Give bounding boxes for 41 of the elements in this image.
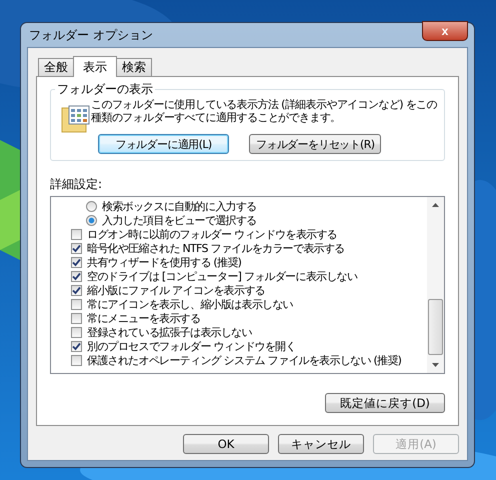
option-label: ログオン時に以前のフォルダー ウィンドウを表示する [87,226,337,242]
radio-button[interactable] [86,200,97,212]
dialog-button[interactable]: キャンセル [278,434,364,454]
folder-button[interactable]: フォルダーに適用(L) [98,134,229,154]
option-label: 別のプロセスでフォルダー ウィンドウを開く [87,338,296,354]
scroll-down-icon[interactable] [432,363,439,367]
option-label: 常にメニューを表示する [87,310,200,326]
folder-icon [61,104,91,134]
checkbox[interactable] [71,312,82,324]
tab[interactable]: 表示 [73,56,117,77]
option-label: 共有ウィザードを使用する (推奨) [87,254,242,270]
option-label: 入力した項目をビューで選択する [102,212,257,228]
checkbox[interactable] [71,340,82,352]
section-label: 詳細設定: [50,176,104,193]
option-label: 暗号化や圧縮された NTFS ファイルをカラーで表示する [87,240,344,256]
tab[interactable]: 検索 [116,58,152,76]
option-label: 登録されている拡張子は表示しない [87,324,252,340]
description-text: このフォルダーに使用している表示方法 (詳細表示やアイコンなど) をこの種類のフォルダーすべてに適用することができます。 [91,98,438,124]
scrollbar[interactable] [427,197,444,373]
checkbox[interactable] [71,326,82,338]
option-label: 検索ボックスに自動的に入力する [102,198,257,214]
option-label: 保護されたオペレーティング システム ファイルを表示しない (推奨) [87,352,402,368]
group-title: フォルダーの表示 [56,81,154,98]
checkbox[interactable] [71,284,82,296]
restore-defaults-button[interactable]: 既定値に戻す(D) [325,393,445,413]
checkbox[interactable] [71,256,82,268]
checkbox[interactable] [71,228,82,240]
tab[interactable]: 全般 [38,58,74,76]
option-label: 空のドライブは [コンピューター] フォルダーに表示しない [87,268,358,284]
folder-button[interactable]: フォルダーをリセット(R) [249,134,382,154]
option-label: 常にアイコンを表示し、縮小版は表示しない [87,296,294,312]
checkbox[interactable] [71,298,82,310]
checkbox[interactable] [71,270,82,282]
checkbox[interactable] [71,354,82,366]
scroll-thumb[interactable] [428,299,443,355]
option-label: 縮小版にファイル アイコンを表示する [87,282,265,298]
window-title: フォルダー オプション [28,26,153,44]
checkbox[interactable] [71,242,82,254]
scroll-up-icon[interactable] [432,203,439,207]
radio-button[interactable] [86,214,97,226]
dialog-button[interactable]: OK [183,434,269,454]
